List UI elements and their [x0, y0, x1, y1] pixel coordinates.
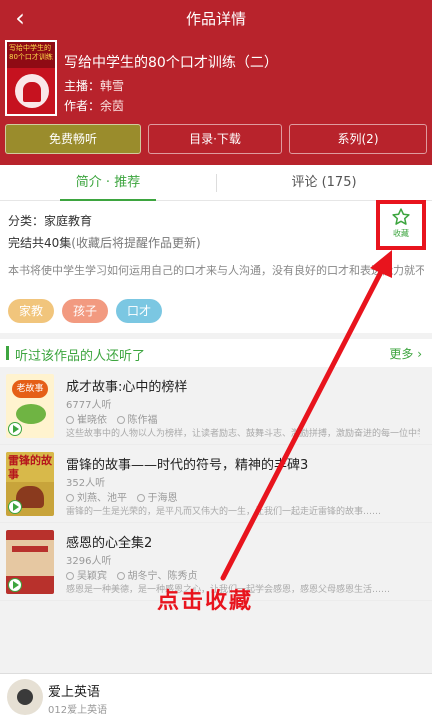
item-title: 成才故事:心中的榜样 [66, 380, 188, 395]
item-people: 崔晓依 陈作福 [66, 411, 158, 426]
action-button-row: 免费畅听 目录·下载 系列(2) [0, 124, 432, 156]
player-cover-image[interactable] [7, 679, 43, 715]
author-icon [116, 572, 125, 580]
play-icon[interactable] [8, 500, 22, 514]
favorite-label: 收藏 [393, 229, 409, 238]
section-accent-bar [6, 346, 9, 360]
author-value[interactable]: 余茵 [100, 99, 124, 113]
tab-intro-label: 简介 · 推荐 [75, 175, 141, 190]
person-icon [66, 572, 74, 580]
person-icon [66, 416, 74, 424]
author-icon [136, 494, 145, 502]
item-title: 感恩的心全集2 [66, 536, 153, 551]
related-header: 听过该作品的人还听了 更多 › [0, 339, 432, 367]
free-listen-button[interactable]: 免费畅听 [5, 124, 141, 154]
content-tabs: 简介 · 推荐 评论 (175) [0, 165, 432, 201]
list-item[interactable]: 老故事 成才故事:心中的榜样 6777人听 崔晓依 陈作福 这些故事中的人物以人… [0, 367, 432, 445]
tag-item[interactable]: 家教 [8, 299, 54, 323]
item-host: 崔晓依 [77, 415, 107, 426]
play-icon[interactable] [8, 578, 22, 592]
item-thumbnail: 老故事 [6, 374, 54, 438]
thumbnail-stripe [12, 546, 48, 552]
book-title: 写给中学生的80个口才训练（二） [64, 55, 278, 71]
mini-player[interactable]: 爱上英语 012爱上英语 [0, 673, 432, 720]
tab-intro[interactable]: 简介 · 推荐 [0, 165, 216, 201]
favorite-button[interactable]: 收藏 [376, 200, 426, 250]
host-line: 主播：韩雪 [64, 77, 124, 94]
detail-header: ‹ 作品详情 写给中学生的80个口才训练 写给中学生的80个口才训练（二） 主播… [0, 0, 432, 165]
item-title: 雷锋的故事——时代的符号，精神的丰碑3 [66, 458, 309, 473]
episodes-note: (收藏后将提醒作品更新) [71, 236, 201, 250]
item-author: 于海恩 [147, 493, 178, 504]
host-value[interactable]: 韩雪 [100, 79, 124, 93]
cover-figure-body [23, 82, 41, 102]
play-icon[interactable] [8, 422, 22, 436]
item-host: 吴颖宾 [77, 571, 107, 582]
top-bar: ‹ 作品详情 [0, 0, 432, 36]
author-label: 作者： [64, 99, 101, 113]
item-people: 吴颖宾 胡冬宁、陈秀贞 [66, 567, 198, 582]
author-icon [116, 416, 125, 424]
item-author: 陈作福 [127, 415, 158, 426]
thumbnail-badge: 雷锋的故事 [6, 452, 54, 482]
item-listeners: 3296人听 [66, 556, 112, 567]
item-author: 胡冬宁、陈秀贞 [127, 571, 198, 582]
episodes-count: 完结共40集 [8, 236, 72, 250]
host-label: 主播： [64, 79, 101, 93]
player-subtitle: 012爱上英语 [48, 705, 108, 716]
tab-comments[interactable]: 评论 (175) [216, 165, 432, 201]
catalog-download-button[interactable]: 目录·下载 [148, 124, 282, 154]
book-cover-image: 写给中学生的80个口才训练 [5, 40, 57, 116]
item-listeners: 6777人听 [66, 400, 112, 411]
item-description: 雷锋的一生是光荣的，是平凡而又伟大的一生，让我们一起走近雷锋的故事…… [66, 507, 382, 517]
more-link[interactable]: 更多 › [389, 345, 422, 362]
person-icon [66, 494, 74, 502]
book-description: 本书将使中学生学习如何运用自己的口才来与人沟通，没有良好的口才和表达能力就不能将… [8, 264, 424, 277]
item-thumbnail: 雷锋的故事 [6, 452, 54, 516]
tag-item[interactable]: 口才 [116, 299, 162, 323]
series-button[interactable]: 系列(2) [289, 124, 427, 154]
thumbnail-art [16, 404, 46, 424]
thumbnail-badge: 老故事 [12, 380, 48, 398]
episodes-line: 完结共40集(收藏后将提醒作品更新) [8, 234, 201, 251]
item-host: 刘燕、池平 [77, 493, 127, 504]
list-item[interactable]: 雷锋的故事 雷锋的故事——时代的符号，精神的丰碑3 352人听 刘燕、池平 于海… [0, 445, 432, 523]
item-description: 这些故事中的人物以人为榜样，让读者励志、鼓舞斗志、激励拼搏，激励奋进的每一位中学… [66, 429, 420, 439]
tab-comments-label: 评论 (175) [291, 175, 357, 190]
page-title: 作品详情 [185, 10, 246, 28]
related-title: 听过该作品的人还听了 [15, 349, 146, 364]
item-people: 刘燕、池平 于海恩 [66, 489, 178, 504]
intro-section: 分类：家庭教育 完结共40集(收藏后将提醒作品更新) 本书将使中学生学习如何运用… [0, 201, 432, 333]
app-screen: ‹ 作品详情 写给中学生的80个口才训练 写给中学生的80个口才训练（二） 主播… [0, 0, 432, 720]
player-title: 爱上英语 [48, 685, 101, 700]
category-label: 分类： [8, 214, 45, 228]
category-value: 家庭教育 [44, 214, 93, 228]
author-line: 作者：余茵 [64, 97, 124, 114]
cover-text: 写给中学生的80个口才训练 [7, 42, 55, 68]
category-line: 分类：家庭教育 [8, 212, 92, 229]
item-listeners: 352人听 [66, 478, 106, 489]
star-icon [392, 208, 410, 225]
tag-item[interactable]: 孩子 [62, 299, 108, 323]
item-thumbnail [6, 530, 54, 594]
annotation-text: 点击收藏 [157, 589, 254, 614]
